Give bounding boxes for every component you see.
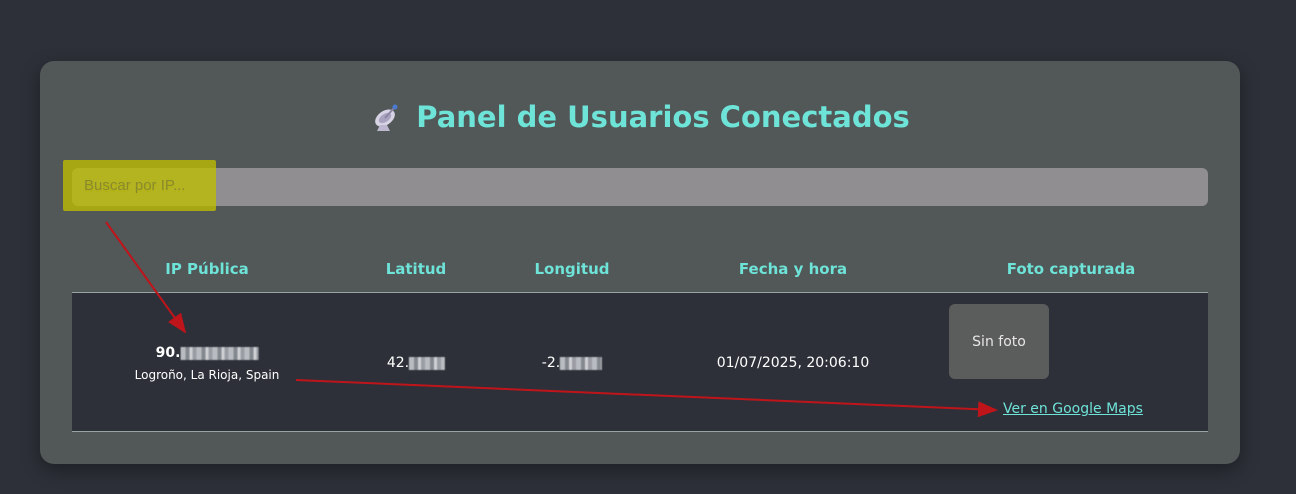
ip-cell: 90. (156, 345, 259, 361)
page-title-text: Panel de Usuarios Conectados (416, 100, 910, 134)
longitude-value: -2. (541, 355, 561, 371)
table-row: 90. Logroño, La Rioja, Spain 42. -2. 01/… (72, 293, 1208, 432)
table-header: IP Pública Latitud Longitud Fecha y hora… (72, 246, 1208, 293)
ip-location: Logroño, La Rioja, Spain (134, 368, 280, 382)
satellite-dish-icon (375, 104, 398, 131)
datetime-cell: 01/07/2025, 20:06:10 (716, 355, 870, 371)
latitude-redacted (409, 356, 446, 370)
column-header-ip: IP Pública (165, 260, 249, 278)
longitude-cell: -2. (541, 355, 603, 371)
search-input[interactable] (72, 168, 1208, 206)
latitude-cell: 42. (386, 355, 446, 371)
column-header-datetime: Fecha y hora (738, 260, 848, 278)
ip-redacted (180, 346, 259, 360)
search-box (72, 168, 1208, 206)
google-maps-link[interactable]: Ver en Google Maps (1003, 401, 1143, 417)
column-header-longitude: Longitud (534, 260, 610, 278)
photo-placeholder: Sin foto (949, 304, 1049, 379)
column-header-photo: Foto capturada (1006, 260, 1136, 278)
page-title: Panel de Usuarios Conectados (40, 95, 1240, 139)
ip-value: 90. (155, 345, 181, 361)
column-header-latitude: Latitud (385, 260, 447, 278)
users-panel: Panel de Usuarios Conectados Buscar por … (40, 61, 1240, 464)
longitude-redacted (560, 356, 603, 370)
latitude-value: 42. (386, 355, 410, 371)
